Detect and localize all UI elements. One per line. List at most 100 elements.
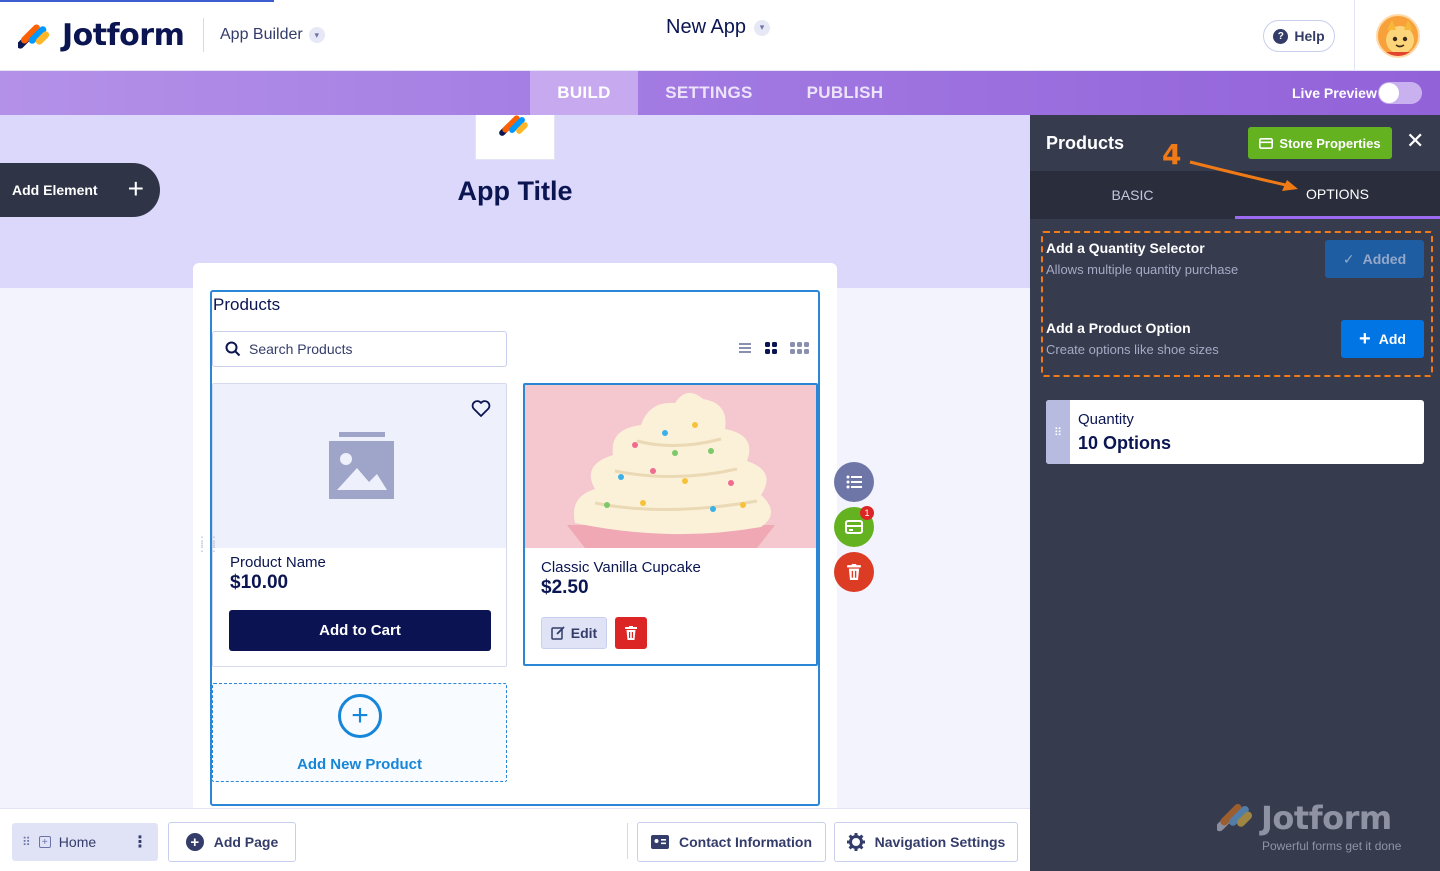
page-tab-home[interactable]: ⠿ + Home ⋮ [12, 823, 158, 861]
product-option-desc: Create options like shoe sizes [1046, 342, 1219, 357]
jotform-logo-icon [1215, 804, 1253, 832]
tab-build[interactable]: BUILD [530, 71, 638, 115]
add-new-product-label: Add New Product [296, 756, 422, 773]
quantity-option-label: Quantity [1078, 411, 1134, 428]
live-preview-toggle[interactable] [1378, 82, 1422, 104]
product-price: $10.00 [230, 572, 289, 593]
gear-icon [846, 833, 865, 851]
app-icon[interactable] [475, 115, 555, 160]
plus-icon: + [127, 173, 144, 204]
search-placeholder: Search Products [249, 341, 353, 357]
watermark-tagline: Powerful forms get it done [1262, 839, 1402, 853]
product-image-placeholder [213, 384, 506, 548]
edit-product-button[interactable]: Edit [541, 617, 607, 649]
store-settings-button[interactable]: 1 [834, 506, 874, 547]
drag-handle-icon[interactable]: ⋮⋮ ⋮⋮ [196, 535, 220, 553]
delete-product-button[interactable] [615, 617, 647, 649]
quantity-selector-added-button[interactable]: ✓ Added [1325, 240, 1424, 278]
page-icon: + [38, 836, 51, 848]
products-widget-title: Products [213, 295, 281, 314]
drag-handle-icon[interactable]: ⠿ [1046, 400, 1070, 464]
add-element-label: Add Element [12, 182, 98, 198]
top-progress-line [0, 0, 274, 2]
question-icon: ? [1273, 28, 1289, 44]
card-icon [845, 520, 863, 534]
app-builder-menu[interactable]: App Builder ▾ [220, 26, 325, 44]
drag-handle-icon[interactable]: ⠿ [22, 835, 31, 849]
jotform-logo[interactable]: Jotform [16, 18, 185, 53]
view-toggle-group [738, 341, 810, 355]
notification-badge: 1 [860, 506, 874, 520]
header-divider [203, 18, 204, 52]
chevron-down-icon: ▾ [308, 27, 325, 43]
large-grid-view-icon[interactable] [790, 341, 810, 355]
watermark-brand: Jotform [1261, 799, 1392, 837]
delete-element-button[interactable] [834, 552, 874, 592]
edit-icon [551, 626, 565, 640]
product-option-title: Add a Product Option [1046, 320, 1191, 336]
tab-publish[interactable]: PUBLISH [790, 71, 900, 115]
jotform-watermark: Jotform Powerful forms get it done [1215, 799, 1401, 853]
product-card[interactable]: Product Name $10.00 Add to Cart [212, 383, 507, 667]
store-properties-label: Store Properties [1279, 135, 1381, 151]
search-products-input[interactable]: Search Products [212, 331, 507, 367]
quantity-option-count: 10 Options [1078, 433, 1172, 453]
quantity-selector-title: Add a Quantity Selector [1046, 240, 1205, 256]
added-label: Added [1362, 251, 1407, 267]
app-name-dropdown[interactable]: New App ▾ [666, 16, 771, 39]
close-icon[interactable]: ✕ [1406, 129, 1424, 153]
add-product-option-button[interactable]: + Add [1341, 320, 1424, 358]
help-button[interactable]: ? Help [1263, 20, 1335, 52]
jotform-logo-icon [16, 20, 50, 52]
page-bar: ⠿ + Home ⋮ + Add Page Contact Informatio… [0, 808, 1030, 871]
list-view-icon[interactable] [738, 341, 752, 355]
add-to-cart-button[interactable]: Add to Cart [229, 610, 491, 651]
product-card-selected[interactable]: Classic Vanilla Cupcake $2.50 Edit [523, 383, 818, 666]
avatar[interactable] [1376, 14, 1420, 58]
product-price: $2.50 [541, 577, 589, 598]
plus-circle-icon: + [185, 833, 204, 851]
heart-icon[interactable] [471, 400, 491, 418]
check-icon: ✓ [1342, 250, 1355, 267]
quantity-option-item[interactable]: ⠿ Quantity 10 Options [1046, 400, 1424, 464]
tab-settings[interactable]: SETTINGS [648, 71, 770, 115]
contact-information-button[interactable]: Contact Information [637, 822, 826, 862]
chevron-down-icon: ▾ [754, 19, 771, 36]
trash-icon [847, 564, 861, 580]
more-options-icon[interactable]: ⋮ [132, 832, 148, 852]
properties-panel: Products Store Properties ✕ BASIC OPTION… [1030, 115, 1440, 871]
search-icon [225, 341, 241, 357]
add-label: Add [1378, 331, 1406, 347]
add-page-button[interactable]: + Add Page [168, 822, 296, 862]
app-title[interactable]: App Title [415, 176, 615, 207]
card-icon [1259, 137, 1274, 149]
app-name-label: New App [666, 16, 747, 38]
plus-icon: + [1359, 328, 1371, 350]
contact-information-label: Contact Information [679, 834, 812, 850]
annotation-arrow-icon [1189, 160, 1298, 191]
list-icon [846, 475, 862, 489]
add-new-product-button[interactable]: + Add New Product [212, 683, 507, 782]
navigation-settings-label: Navigation Settings [874, 834, 1006, 850]
product-name: Classic Vanilla Cupcake [541, 559, 701, 576]
cupcake-image [525, 385, 816, 548]
quantity-selector-desc: Allows multiple quantity purchase [1046, 262, 1239, 277]
page-label: Home [58, 834, 97, 850]
help-label: Help [1294, 28, 1325, 44]
edit-label: Edit [570, 625, 598, 641]
store-properties-button[interactable]: Store Properties [1248, 127, 1392, 159]
product-name: Product Name [230, 554, 326, 571]
add-page-label: Add Page [213, 834, 279, 850]
plus-circle-icon: + [338, 694, 382, 738]
top-header: Jotform App Builder ▾ New App ▾ ? Help [0, 0, 1440, 71]
contact-card-icon [651, 835, 669, 849]
trash-icon [625, 626, 637, 640]
step-number-annotation: 4 [1162, 138, 1182, 171]
grid-view-icon[interactable] [764, 341, 778, 355]
live-preview-label: Live Preview [1292, 85, 1377, 101]
add-element-button[interactable]: Add Element + [0, 163, 160, 217]
navigation-settings-button[interactable]: Navigation Settings [834, 822, 1018, 862]
element-properties-button[interactable] [834, 462, 874, 502]
bar-divider [627, 823, 628, 859]
header-divider [1354, 0, 1355, 71]
